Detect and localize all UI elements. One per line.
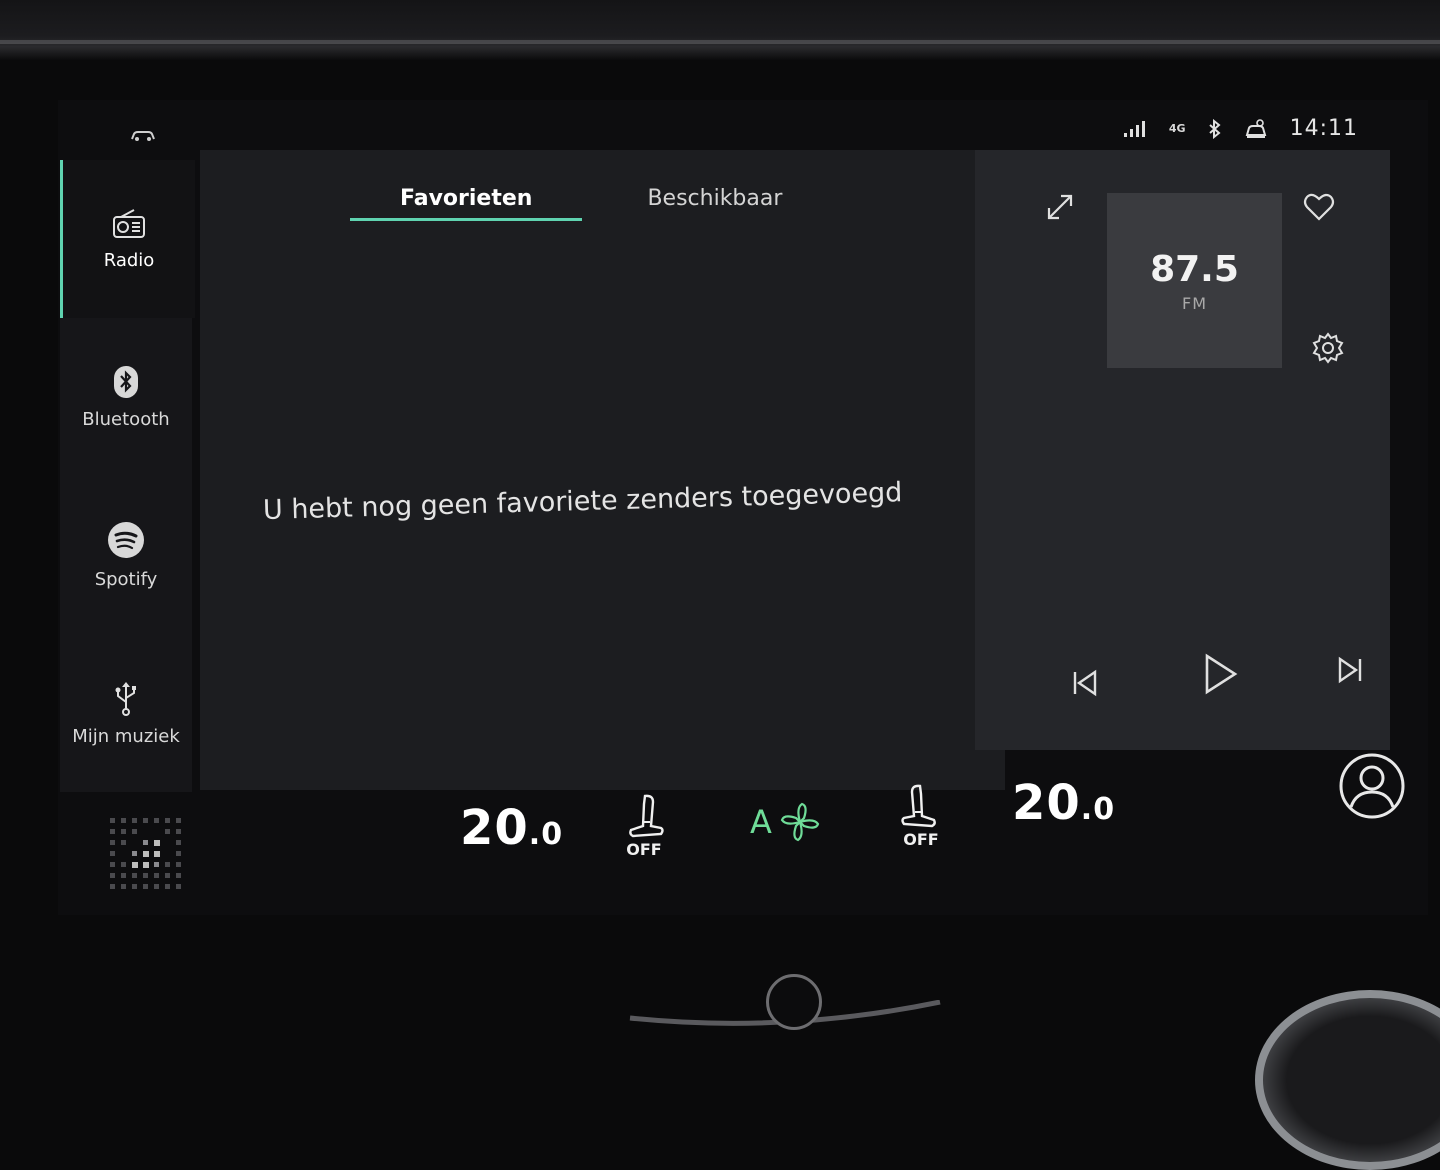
sidebar-item-bluetooth[interactable]: Bluetooth xyxy=(60,318,192,476)
expand-icon[interactable] xyxy=(1045,192,1075,222)
right-seat-heating[interactable]: OFF xyxy=(900,782,942,849)
left-temp-decimal: .0 xyxy=(528,817,564,852)
status-bar: 4G 14:11 xyxy=(58,108,1428,150)
right-temp-decimal: .0 xyxy=(1080,792,1116,827)
right-temp-value: 20 xyxy=(1012,775,1081,831)
volume-knob[interactable] xyxy=(1255,990,1440,1170)
right-temperature[interactable]: 20.0 xyxy=(1012,775,1115,831)
bluetooth-icon xyxy=(114,365,138,398)
sidebar-item-radio[interactable]: Radio xyxy=(60,160,195,318)
sidebar-item-label: Spotify xyxy=(94,568,158,590)
station-tile[interactable]: 87.5 FM xyxy=(1107,193,1282,368)
sidebar-item-mijn-muziek[interactable]: Mijn muziek xyxy=(60,634,192,792)
station-frequency: 87.5 xyxy=(1150,248,1239,290)
tab-bar: Favorieten Beschikbaar xyxy=(350,180,832,221)
favorites-panel: Favorieten Beschikbaar U hebt nog geen f… xyxy=(200,150,1005,790)
home-button[interactable] xyxy=(766,974,822,1030)
empty-favorites-message: U hebt nog geen favoriete zenders toegev… xyxy=(262,477,903,526)
next-icon[interactable] xyxy=(1335,655,1365,685)
bezel-trim xyxy=(0,40,1440,44)
source-sidebar: Radio Bluetooth Spotify Mijn muziek xyxy=(60,160,195,792)
station-band: FM xyxy=(1181,293,1207,313)
sidebar-item-spotify[interactable]: Spotify xyxy=(60,476,192,634)
tab-favorieten[interactable]: Favorieten xyxy=(350,180,583,221)
seat-icon xyxy=(629,794,664,838)
usb-icon xyxy=(115,681,136,716)
left-temp-value: 20 xyxy=(460,800,529,856)
left-seat-heating[interactable]: OFF xyxy=(623,792,665,859)
bluetooth-icon xyxy=(1208,118,1221,139)
signal-icon xyxy=(1123,120,1145,137)
previous-icon[interactable] xyxy=(1070,668,1100,698)
heart-icon[interactable] xyxy=(1303,192,1335,222)
fan-auto-control[interactable]: A xyxy=(750,800,822,844)
sidebar-item-label: Mijn muziek xyxy=(72,725,180,747)
left-temperature[interactable]: 20.0 xyxy=(460,800,563,856)
fan-icon xyxy=(780,802,820,842)
climate-bar: 20.0 OFF A OFF 20.0 xyxy=(75,775,1435,910)
gear-icon[interactable] xyxy=(1312,332,1344,364)
tab-beschikbaar[interactable]: Beschikbaar xyxy=(637,180,832,221)
spotify-icon xyxy=(108,521,144,558)
play-icon[interactable] xyxy=(1203,653,1239,695)
left-seat-label: OFF xyxy=(626,840,662,859)
right-seat-label: OFF xyxy=(903,830,939,849)
fan-mode-label: A xyxy=(750,803,772,841)
bezel-top xyxy=(0,0,1440,60)
seat-icon xyxy=(901,784,936,828)
now-playing-panel: 87.5 FM xyxy=(975,150,1390,750)
vehicle-status-icon xyxy=(1245,118,1266,138)
network-label: 4G xyxy=(1168,122,1186,135)
sidebar-item-label: Radio xyxy=(103,249,155,271)
car-icon xyxy=(131,131,155,141)
clock: 14:11 xyxy=(1289,116,1358,141)
sidebar-item-label: Bluetooth xyxy=(82,408,170,430)
radio-icon xyxy=(113,208,145,238)
